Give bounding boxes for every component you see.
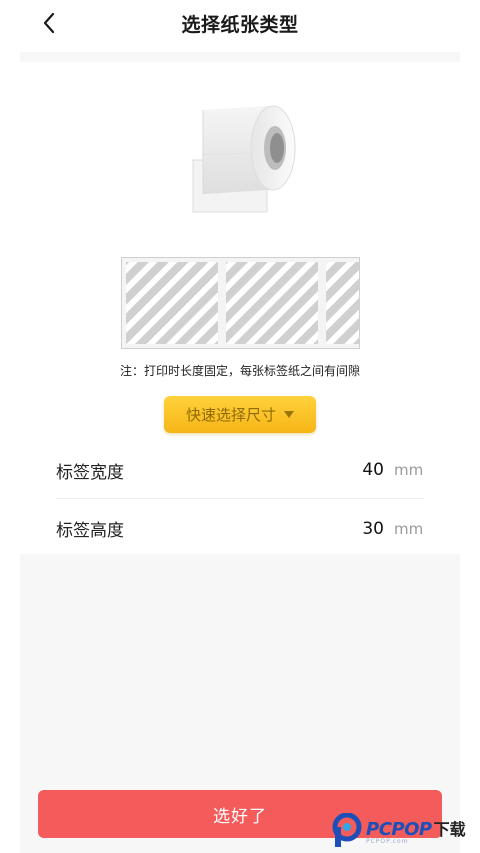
- page-title: 选择纸张类型: [181, 14, 299, 36]
- watermark-tagline: PCPOP.com: [366, 838, 409, 845]
- watermark-brand: PCPOP: [366, 819, 432, 840]
- label-height-label: 标签高度: [56, 521, 124, 541]
- paper-note: 注：打印时长度固定，每张标签纸之间有间隙: [119, 364, 360, 378]
- label-width-unit: mm: [394, 461, 424, 479]
- label-height-row: 标签高度 30 mm: [56, 500, 424, 557]
- top-bar: 选择纸张类型: [0, 0, 480, 50]
- caret-down-icon: [284, 411, 294, 418]
- label-roll-illustration: [187, 100, 297, 218]
- label-width-input[interactable]: 40: [324, 460, 384, 480]
- pcpop-logo-icon: [332, 812, 362, 847]
- quick-select-label: 快速选择尺寸: [185, 406, 276, 424]
- quick-select-size-button[interactable]: 快速选择尺寸: [164, 396, 316, 433]
- label-height-unit: mm: [394, 519, 424, 538]
- watermark-suffix: 下载: [433, 820, 466, 839]
- gap-label-diagram: [121, 257, 360, 349]
- confirm-label: 选好了: [213, 806, 267, 827]
- label-height-input[interactable]: 30: [324, 519, 384, 539]
- label-width-label: 标签宽度: [56, 462, 124, 483]
- watermark: PCPOP 下载 PCPOP.com: [332, 808, 480, 853]
- label-width-row: 标签宽度 40 mm: [56, 442, 424, 499]
- paper-type-screen: 选择纸张类型 注：打印时长度固定，每张标签纸之间有间隙 快速选择尺寸 标签宽度 …: [0, 0, 480, 853]
